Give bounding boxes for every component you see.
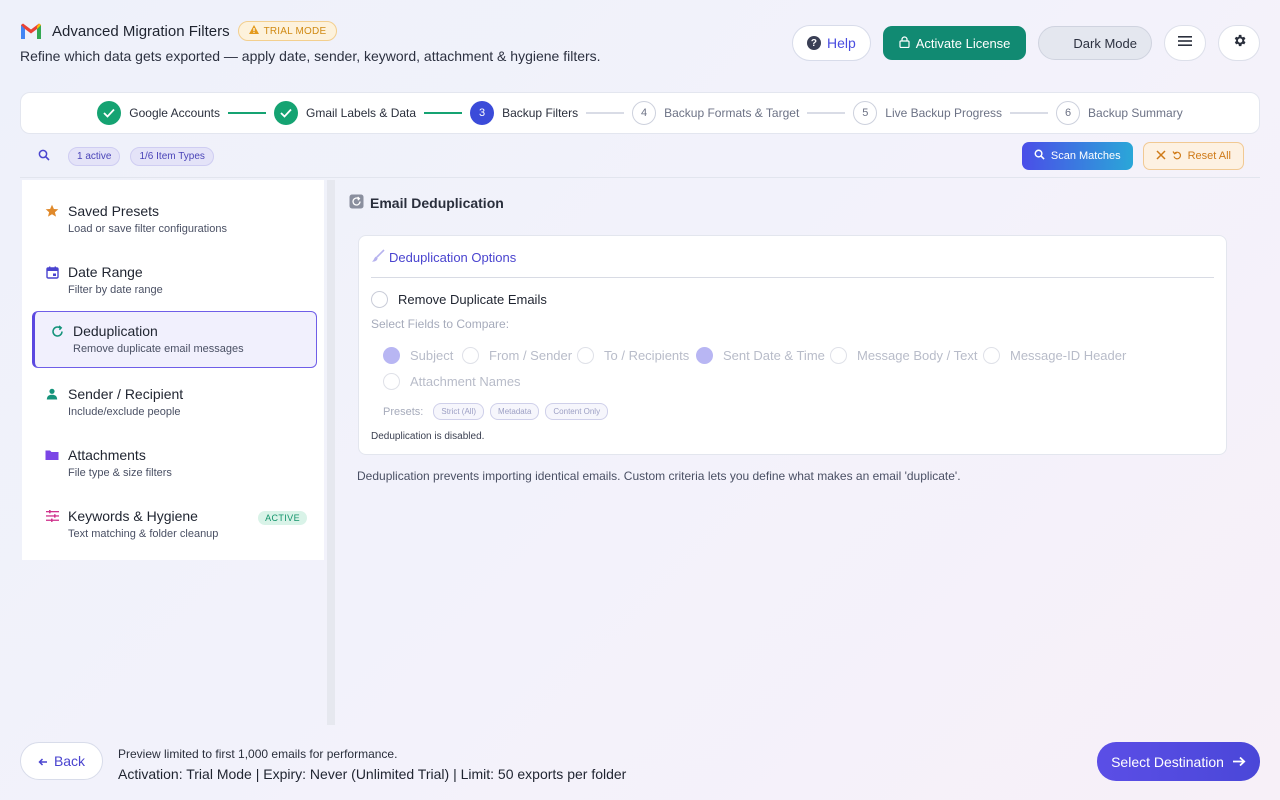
refresh-icon xyxy=(49,323,65,339)
sidebar-item-attachments[interactable]: Attachments File type & size filters xyxy=(32,436,317,492)
person-icon xyxy=(44,386,60,402)
step-live-progress[interactable]: 5 Live Backup Progress xyxy=(853,101,1002,125)
warning-icon xyxy=(248,25,259,37)
step-connector xyxy=(228,112,267,114)
step-connector xyxy=(586,112,625,114)
step-connector xyxy=(424,112,463,114)
active-badge: ACTIVE xyxy=(258,511,307,525)
preset-row: Presets: Strict (All) Metadata Content O… xyxy=(383,403,609,420)
check-icon xyxy=(97,101,122,125)
divider xyxy=(371,277,1214,278)
step-number: 5 xyxy=(853,101,878,125)
field-radio[interactable] xyxy=(696,347,713,364)
sidebar-scrollbar[interactable] xyxy=(327,180,335,725)
field-subject[interactable]: Subject xyxy=(383,347,453,364)
footer-info: Preview limited to first 1,000 emails fo… xyxy=(118,744,626,784)
arrow-left-icon xyxy=(38,753,48,769)
step-google-accounts[interactable]: Google Accounts xyxy=(97,101,220,125)
folder-icon xyxy=(44,447,60,463)
sidebar-item-date-range[interactable]: Date Range Filter by date range xyxy=(32,253,317,309)
field-to-recipients[interactable]: To / Recipients xyxy=(577,347,689,364)
field-from-sender[interactable]: From / Sender xyxy=(462,347,572,364)
field-radio[interactable] xyxy=(383,347,400,364)
step-connector xyxy=(1010,112,1049,114)
preview-note: Preview limited to first 1,000 emails fo… xyxy=(118,747,398,761)
search-icon[interactable] xyxy=(38,148,50,166)
step-number: 4 xyxy=(632,101,657,125)
trial-mode-badge: TRIAL MODE xyxy=(237,21,338,41)
search-icon xyxy=(1034,149,1045,163)
activate-license-button[interactable]: Activate License xyxy=(882,26,1027,60)
preset-strict[interactable]: Strict (All) xyxy=(433,403,485,420)
help-text: Deduplication prevents importing identic… xyxy=(357,469,961,483)
card-heading: Deduplication Options xyxy=(371,249,516,266)
step-backup-formats[interactable]: 4 Backup Formats & Target xyxy=(632,101,799,125)
undo-icon xyxy=(1172,150,1182,163)
step-gmail-labels[interactable]: Gmail Labels & Data xyxy=(274,101,416,125)
header: Advanced Migration Filters TRIAL MODE Re… xyxy=(20,18,1260,70)
step-backup-filters[interactable]: 3 Backup Filters xyxy=(470,101,578,125)
sidebar-item-saved-presets[interactable]: Saved Presets Load or save filter config… xyxy=(32,192,317,248)
star-icon xyxy=(44,203,60,219)
select-destination-button[interactable]: Select Destination xyxy=(1097,742,1260,781)
field-sent-date[interactable]: Sent Date & Time xyxy=(696,347,825,364)
field-message-body[interactable]: Message Body / Text xyxy=(830,347,977,364)
toggle-radio[interactable] xyxy=(371,291,388,308)
select-fields-label: Select Fields to Compare: xyxy=(371,317,510,331)
gear-icon xyxy=(1232,33,1247,53)
sidebar-item-sender-recipient[interactable]: Sender / Recipient Include/exclude peopl… xyxy=(32,375,317,431)
active-filters-chip: 1 active xyxy=(68,147,121,166)
item-types-chip: 1/6 Item Types xyxy=(130,147,214,166)
deduplication-options-card: Deduplication Options Remove Duplicate E… xyxy=(358,235,1227,455)
step-number: 6 xyxy=(1056,101,1081,125)
field-radio[interactable] xyxy=(577,347,594,364)
section-title: Email Deduplication xyxy=(349,194,504,212)
back-button[interactable]: Back xyxy=(20,742,103,780)
status-note: Deduplication is disabled. xyxy=(371,431,485,442)
sidebar-item-deduplication[interactable]: Deduplication Remove duplicate email mes… xyxy=(32,311,317,368)
field-radio[interactable] xyxy=(383,373,400,390)
sidebar-item-keywords-hygiene[interactable]: Keywords & Hygiene Text matching & folde… xyxy=(32,497,317,553)
help-button[interactable]: ? Help xyxy=(791,25,871,61)
preset-metadata[interactable]: Metadata xyxy=(490,403,540,420)
filter-sidebar: Saved Presets Load or save filter config… xyxy=(22,180,324,560)
hamburger-icon xyxy=(1178,34,1192,52)
step-number: 3 xyxy=(470,101,495,125)
arrow-right-icon xyxy=(1232,754,1246,770)
remove-duplicates-toggle[interactable]: Remove Duplicate Emails xyxy=(371,291,547,308)
dark-mode-toggle[interactable]: Dark Mode xyxy=(1038,26,1152,60)
field-radio[interactable] xyxy=(983,347,1000,364)
filter-toolbar: 1 active 1/6 Item Types Scan Matches Res… xyxy=(20,142,1260,178)
preset-content-only[interactable]: Content Only xyxy=(545,403,609,420)
gmail-logo-icon xyxy=(20,22,42,40)
menu-button[interactable] xyxy=(1164,25,1206,61)
help-icon: ? xyxy=(806,36,821,50)
dedupe-icon xyxy=(349,194,364,212)
activation-status: Activation: Trial Mode | Expiry: Never (… xyxy=(118,766,627,782)
check-icon xyxy=(274,101,299,125)
calendar-icon xyxy=(44,264,60,280)
lock-icon xyxy=(899,35,910,51)
field-radio[interactable] xyxy=(462,347,479,364)
scan-matches-button[interactable]: Scan Matches xyxy=(1021,142,1133,170)
step-backup-summary[interactable]: 6 Backup Summary xyxy=(1056,101,1183,125)
wizard-stepper: Google Accounts Gmail Labels & Data 3 Ba… xyxy=(20,92,1260,134)
page-title: Advanced Migration Filters xyxy=(52,22,230,40)
sliders-icon xyxy=(44,508,60,524)
field-radio[interactable] xyxy=(830,347,847,364)
reset-all-button[interactable]: Reset All xyxy=(1142,142,1244,170)
field-attachment-names[interactable]: Attachment Names xyxy=(383,373,521,390)
settings-button[interactable] xyxy=(1218,25,1260,61)
close-icon xyxy=(1156,149,1166,163)
brush-icon xyxy=(371,249,385,266)
step-connector xyxy=(807,112,846,114)
moon-icon xyxy=(1053,36,1065,51)
field-message-id[interactable]: Message-ID Header xyxy=(983,347,1126,364)
